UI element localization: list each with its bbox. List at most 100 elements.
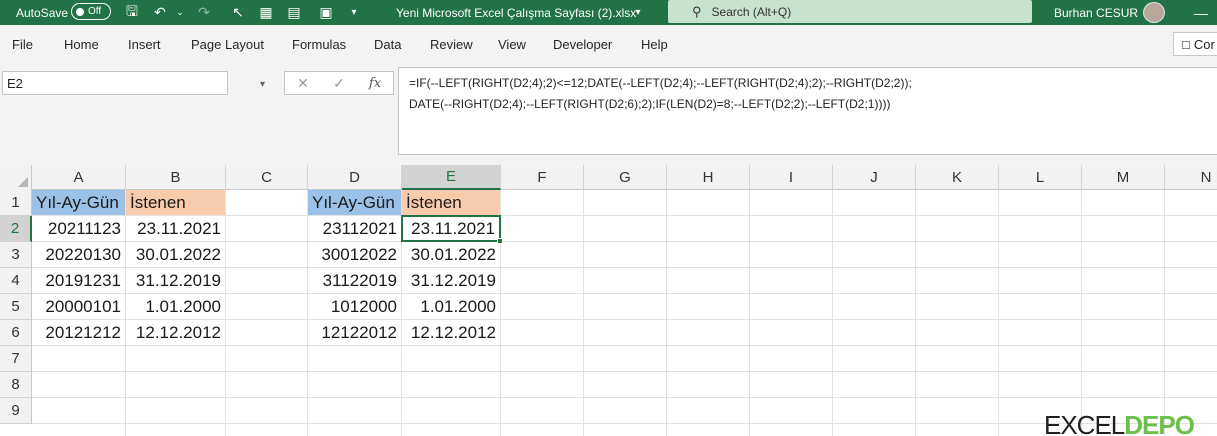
undo-dropdown-icon[interactable]: ⌄	[170, 0, 190, 25]
cell-d1[interactable]: Yıl-Ay-Gün	[308, 190, 401, 215]
cell-d4[interactable]: 31122019	[308, 268, 401, 293]
row-header-6[interactable]: 6	[0, 320, 32, 346]
row-header-5[interactable]: 5	[0, 294, 32, 320]
tab-view[interactable]: View	[498, 37, 526, 52]
gridline	[225, 190, 226, 436]
gridline	[998, 190, 999, 436]
cell-e2[interactable]: 23.11.2021	[401, 215, 501, 242]
cell-e5[interactable]: 1.01.2000	[402, 294, 500, 319]
cell-a2[interactable]: 20211123	[32, 216, 125, 241]
row-header-7[interactable]: 7	[0, 346, 32, 372]
comment-icon: □	[1182, 36, 1190, 52]
row-header-4[interactable]: 4	[0, 268, 32, 294]
name-box-dropdown-icon[interactable]: ▾	[260, 79, 265, 90]
search-box[interactable]: ⚲ Search (Alt+Q)	[668, 0, 1032, 23]
autosave-label: AutoSave	[16, 5, 69, 20]
comments-button[interactable]: □ Cor	[1173, 32, 1217, 56]
cell-d2[interactable]: 23112021	[308, 216, 401, 241]
row-header-9[interactable]: 9	[0, 398, 32, 424]
column-header-g[interactable]: G	[584, 165, 667, 190]
screenshot-icon[interactable]: ▣	[316, 0, 336, 25]
tab-page-layout[interactable]: Page Layout	[191, 37, 264, 52]
select-all-button[interactable]	[0, 165, 32, 190]
column-header-b[interactable]: B	[126, 165, 226, 190]
cell-e3[interactable]: 30.01.2022	[402, 242, 500, 267]
gridline	[1081, 190, 1082, 436]
column-header-n[interactable]: N	[1165, 165, 1217, 190]
cell-d6[interactable]: 12122012	[308, 320, 401, 345]
watermark-logo: EXCELDEPO	[1044, 410, 1195, 436]
gridline	[32, 345, 1217, 346]
cell-e1[interactable]: İstenen	[402, 190, 500, 215]
undo-icon[interactable]: ↶	[150, 0, 170, 25]
table-icon[interactable]: ▤	[284, 0, 304, 25]
redo-icon[interactable]: ↷	[194, 0, 214, 25]
gridline	[32, 423, 1217, 424]
formula-buttons: ✕ ✓ fx	[284, 71, 394, 95]
column-header-h[interactable]: H	[667, 165, 750, 190]
watermark-depo: DEPO	[1124, 410, 1195, 436]
column-header-i[interactable]: I	[750, 165, 833, 190]
column-header-e[interactable]: E	[402, 165, 501, 190]
customize-toolbar-icon[interactable]: ▾	[344, 0, 364, 25]
column-header-d[interactable]: D	[308, 165, 402, 190]
column-header-a[interactable]: A	[32, 165, 126, 190]
select-pointer-icon[interactable]: ↖	[228, 0, 248, 25]
cell-a1[interactable]: Yıl-Ay-Gün	[32, 190, 125, 215]
cell-b6[interactable]: 12.12.2012	[126, 320, 225, 345]
autosave-toggle[interactable]: Off	[71, 3, 111, 20]
cell-b4[interactable]: 31.12.2019	[126, 268, 225, 293]
formula-area: E2 ▾ ✕ ✓ fx =IF(--LEFT(RIGHT(D2;4);2)<=1…	[0, 63, 1217, 165]
row-header-2[interactable]: 2	[0, 216, 32, 242]
worksheet-grid[interactable]: A B C D E F G H I J K L M N 1 2 3 4 5 6 …	[0, 165, 1217, 436]
tab-formulas[interactable]: Formulas	[292, 37, 346, 52]
cell-e6[interactable]: 12.12.2012	[402, 320, 500, 345]
cell-a6[interactable]: 20121212	[32, 320, 125, 345]
title-dropdown-icon[interactable]: ▾	[628, 0, 648, 25]
cell-a3[interactable]: 20220130	[32, 242, 125, 267]
tab-help[interactable]: Help	[641, 37, 668, 52]
cell-a4[interactable]: 20191231	[32, 268, 125, 293]
cell-d5[interactable]: 1012000	[308, 294, 401, 319]
column-header-f[interactable]: F	[501, 165, 584, 190]
column-header-m[interactable]: M	[1082, 165, 1165, 190]
tab-insert[interactable]: Insert	[128, 37, 161, 52]
cell-e4[interactable]: 31.12.2019	[402, 268, 500, 293]
gridline	[666, 190, 667, 436]
cancel-icon[interactable]: ✕	[285, 75, 321, 92]
cell-b1[interactable]: İstenen	[126, 190, 225, 215]
gridline	[32, 397, 1217, 398]
insert-function-icon[interactable]: fx	[357, 76, 393, 91]
row-header-8[interactable]: 8	[0, 372, 32, 398]
column-header-j[interactable]: J	[833, 165, 916, 190]
row-header-3[interactable]: 3	[0, 242, 32, 268]
cell-b3[interactable]: 30.01.2022	[126, 242, 225, 267]
avatar[interactable]	[1143, 2, 1165, 23]
column-header-l[interactable]: L	[999, 165, 1082, 190]
minimize-icon[interactable]: —	[1191, 0, 1211, 25]
tab-data[interactable]: Data	[374, 37, 401, 52]
formula-input[interactable]: =IF(--LEFT(RIGHT(D2;4);2)<=12;DATE(--LEF…	[398, 67, 1217, 155]
cell-b5[interactable]: 1.01.2000	[126, 294, 225, 319]
save-icon[interactable]: 🖫	[122, 0, 142, 25]
title-bar: AutoSave Off 🖫 ↶ ⌄ ↷ ↖ ▦ ▤ ▣ ▾ Yeni Micr…	[0, 0, 1217, 25]
form-icon[interactable]: ▦	[256, 0, 276, 25]
column-header-c[interactable]: C	[226, 165, 308, 190]
name-box[interactable]: E2	[2, 71, 228, 95]
user-name[interactable]: Burhan CESUR	[1054, 0, 1138, 25]
tab-review[interactable]: Review	[430, 37, 473, 52]
cell-b2[interactable]: 23.11.2021	[126, 216, 225, 241]
cell-a5[interactable]: 20000101	[32, 294, 125, 319]
row-header-1[interactable]: 1	[0, 190, 32, 216]
tab-developer[interactable]: Developer	[553, 37, 612, 52]
gridline	[832, 190, 833, 436]
enter-icon[interactable]: ✓	[321, 75, 357, 92]
search-placeholder: Search (Alt+Q)	[711, 4, 792, 19]
tab-home[interactable]: Home	[64, 37, 99, 52]
column-header-k[interactable]: K	[916, 165, 999, 190]
cell-d3[interactable]: 30012022	[308, 242, 401, 267]
select-all-triangle-icon	[18, 177, 28, 187]
tab-file[interactable]: File	[12, 37, 33, 52]
gridline	[1164, 190, 1165, 436]
formula-line-2: DATE(--RIGHT(D2;4);--LEFT(RIGHT(D2;6);2)…	[409, 97, 891, 111]
